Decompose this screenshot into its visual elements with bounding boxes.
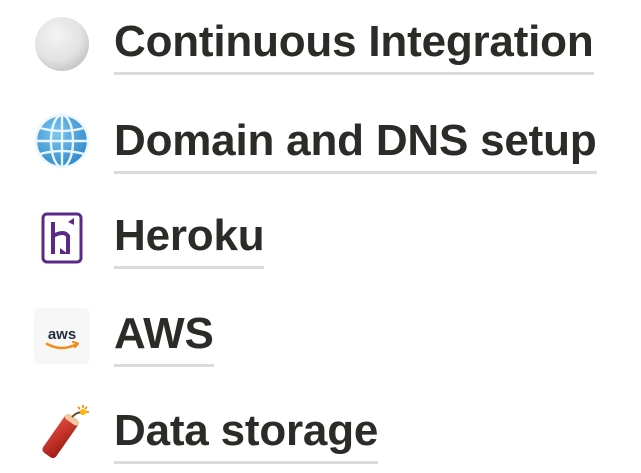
page-link-continuous-integration[interactable]: Continuous Integration — [0, 4, 641, 84]
aws-logo-icon: aws — [32, 306, 92, 366]
page-link-label: Data storage — [114, 407, 378, 464]
firecracker-icon — [32, 403, 92, 463]
white-circle-icon — [32, 14, 92, 74]
page-link-heroku[interactable]: Heroku — [0, 198, 641, 278]
page-link-label: Continuous Integration — [114, 18, 594, 75]
heroku-logo-icon — [32, 208, 92, 268]
svg-text:aws: aws — [48, 326, 76, 343]
page-link-aws[interactable]: aws AWS — [0, 296, 641, 376]
globe-with-meridians-icon — [32, 111, 92, 171]
page-link-label: Heroku — [114, 212, 265, 269]
page-link-label: Domain and DNS setup — [114, 117, 597, 174]
page-link-domain-and-dns-setup[interactable]: Domain and DNS setup — [0, 101, 641, 181]
page-link-label: AWS — [114, 310, 214, 367]
page-link-list: Continuous Integration Domain and DNS se… — [0, 0, 641, 468]
page-link-data-storage[interactable]: Data storage — [0, 393, 641, 473]
